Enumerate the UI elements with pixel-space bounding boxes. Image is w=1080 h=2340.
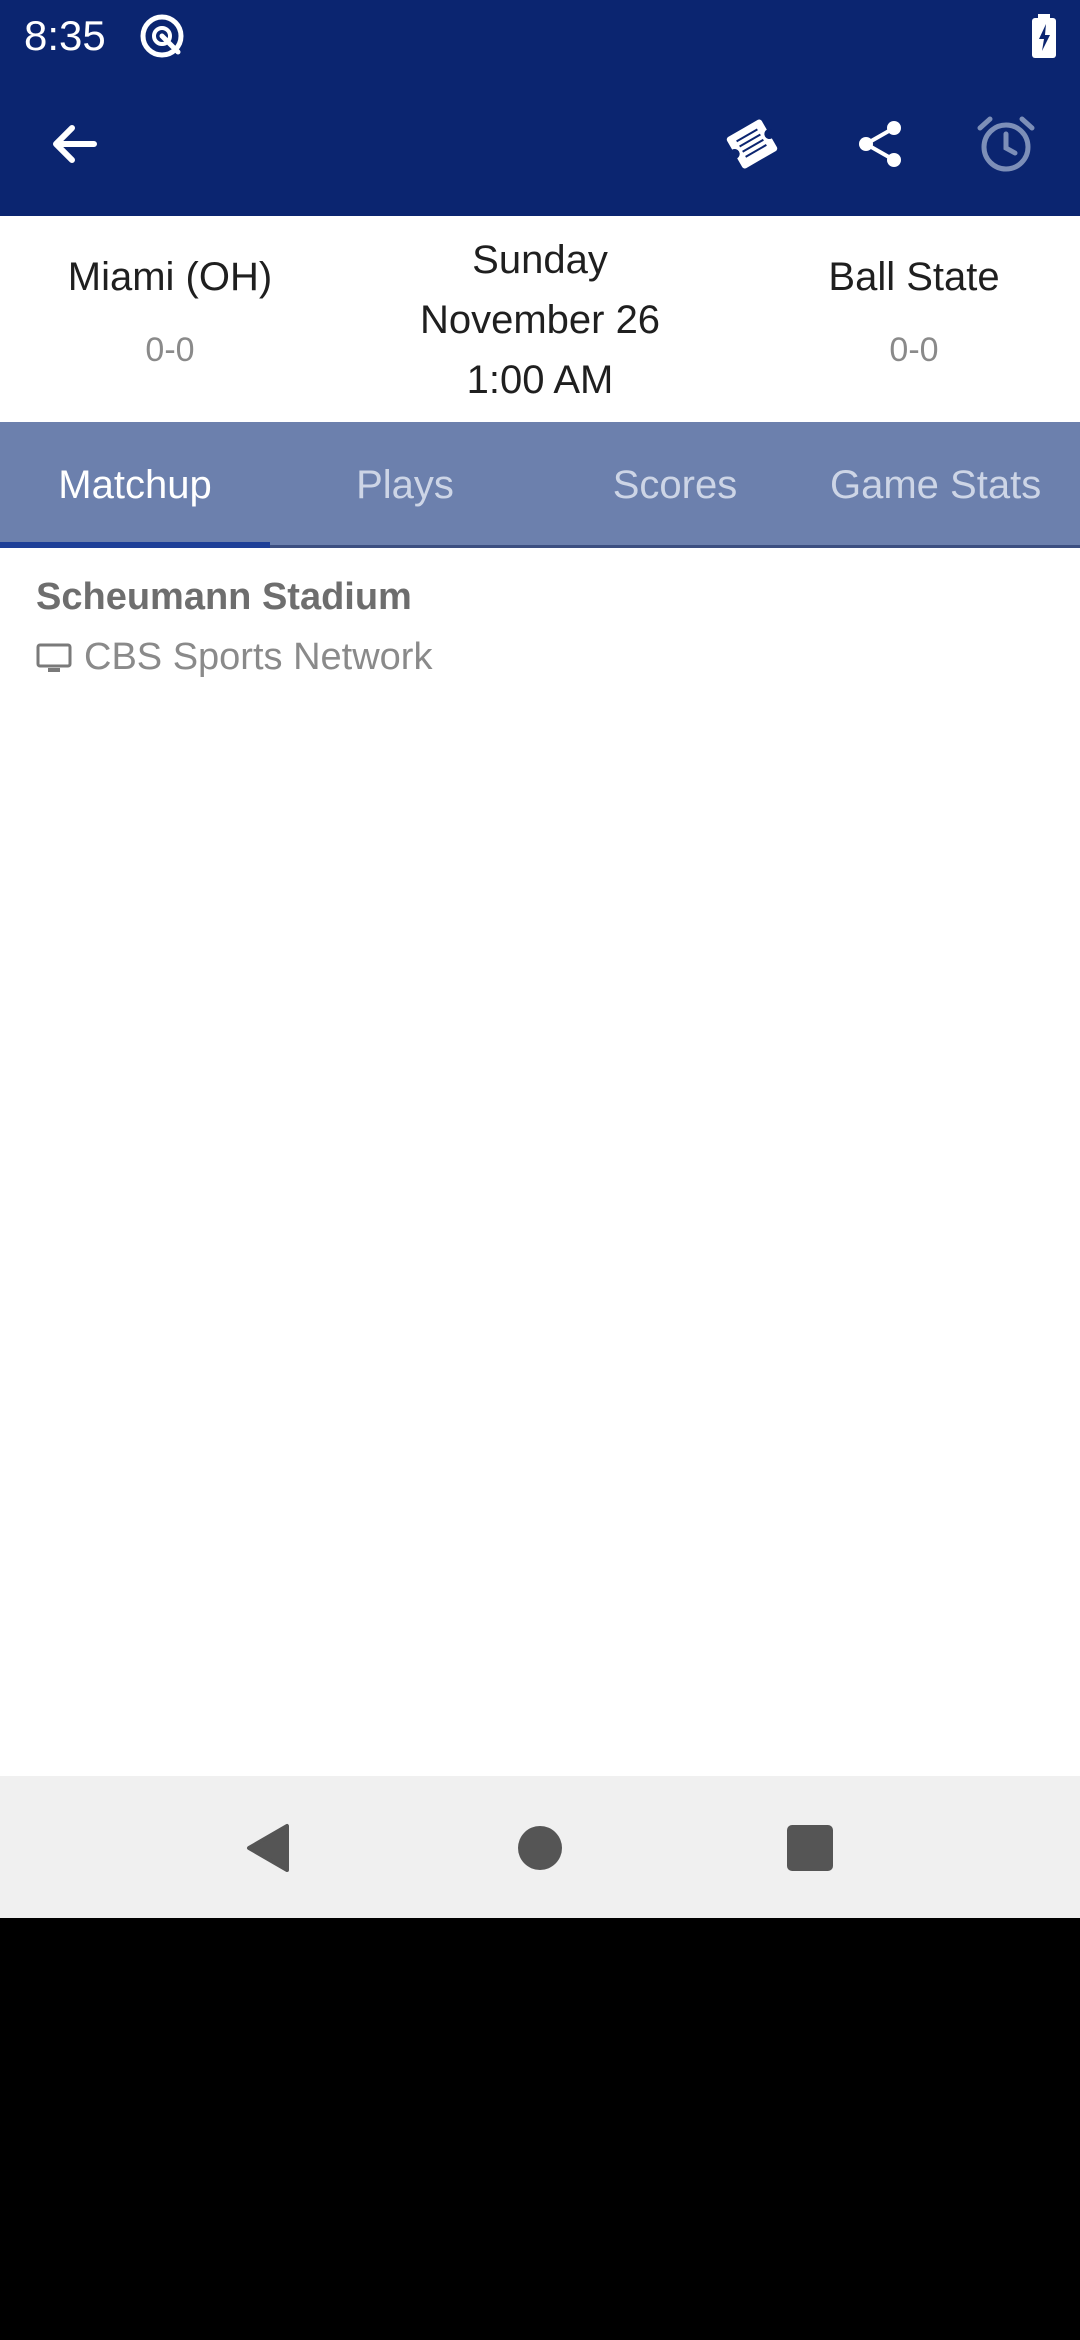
tickets-button[interactable]: [704, 96, 800, 192]
away-team-name: Miami (OH): [67, 255, 273, 299]
ticket-icon: [726, 119, 778, 169]
alarm-button[interactable]: [958, 96, 1054, 192]
tv-icon: [36, 643, 72, 672]
matchup-header: Miami (OH) 0-0 Sunday November 26 1:00 A…: [0, 216, 1080, 422]
square-recents-icon: [787, 1825, 833, 1871]
app-bar: [0, 72, 1080, 216]
system-home-button[interactable]: [495, 1803, 585, 1893]
game-date: November 26: [419, 298, 661, 342]
status-bar: 8:35: [0, 0, 1080, 72]
tab-plays[interactable]: Plays: [270, 422, 540, 548]
tab-matchup[interactable]: Matchup: [0, 422, 270, 548]
back-button[interactable]: [26, 96, 122, 192]
circle-home-icon: [518, 1826, 562, 1870]
tab-bar: Matchup Plays Scores Game Stats: [0, 422, 1080, 548]
back-arrow-icon: [53, 125, 97, 163]
triangle-back-icon: [247, 1824, 289, 1872]
away-team-record: 0-0: [145, 331, 195, 369]
system-recents-button[interactable]: [765, 1803, 855, 1893]
game-datetime: Sunday November 26 1:00 AM: [340, 230, 740, 410]
home-team-record: 0-0: [889, 331, 939, 369]
status-time: 8:35: [24, 12, 106, 59]
home-team-name: Ball State: [828, 255, 1000, 299]
away-team[interactable]: Miami (OH) 0-0: [0, 252, 340, 370]
app-notification-icon: [140, 14, 184, 58]
system-back-button[interactable]: [224, 1803, 314, 1893]
broadcast-row: CBS Sports Network: [36, 636, 432, 679]
share-icon: [859, 121, 901, 167]
matchup-content: Scheumann Stadium CBS Sports Network: [0, 548, 1080, 1776]
tab-scores[interactable]: Scores: [540, 422, 810, 548]
screen: 8:35 Miami (OH) 0-0 Sunday November 26 1…: [0, 0, 1080, 2340]
share-button[interactable]: [832, 96, 928, 192]
home-team[interactable]: Ball State 0-0: [744, 252, 1080, 370]
game-day: Sunday: [472, 238, 608, 282]
broadcast-network: CBS Sports Network: [84, 636, 433, 678]
tab-game-stats[interactable]: Game Stats: [830, 422, 1080, 548]
battery-charging-icon: [1032, 14, 1056, 58]
alarm-icon: [977, 116, 1035, 172]
venue-name: Scheumann Stadium: [36, 576, 412, 618]
game-time: 1:00 AM: [466, 358, 614, 402]
system-nav-bar: [0, 1776, 1080, 1918]
